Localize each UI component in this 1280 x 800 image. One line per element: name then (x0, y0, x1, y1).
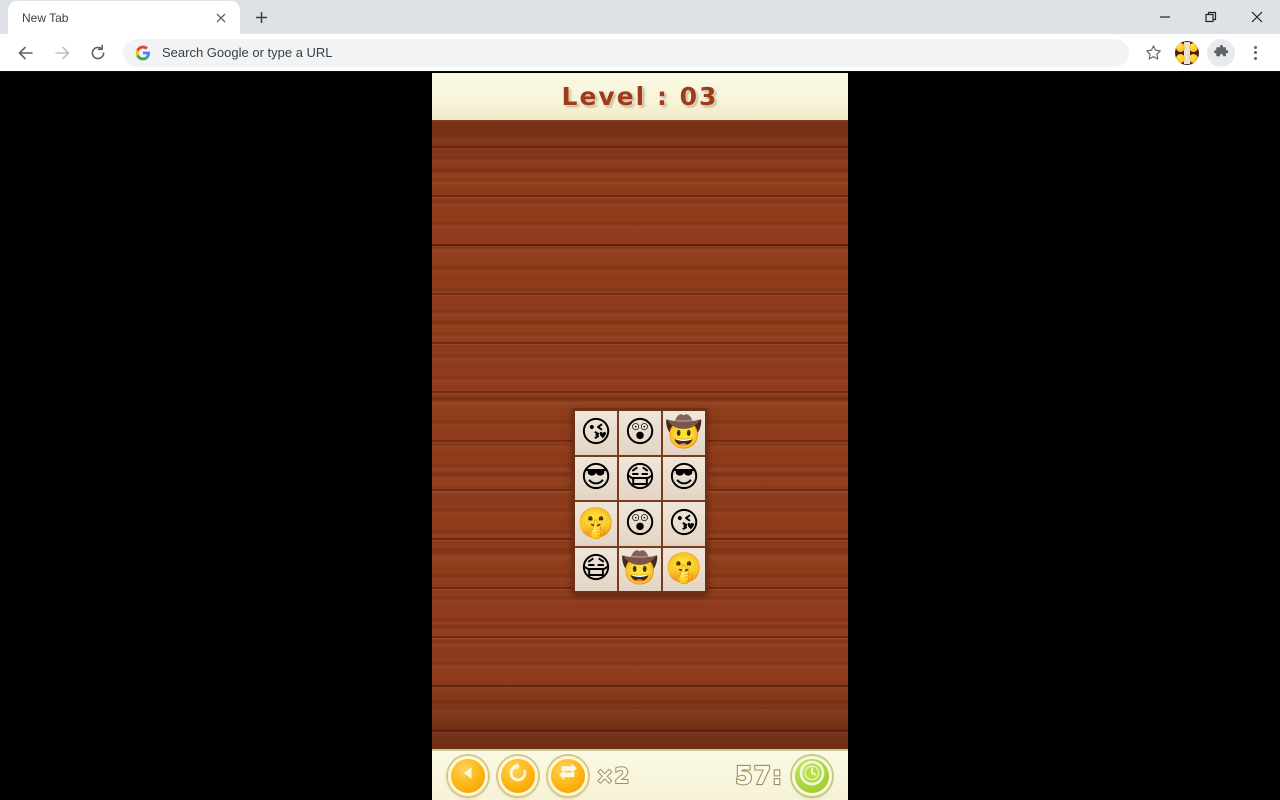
new-tab-button[interactable] (247, 3, 275, 31)
grid-tile[interactable]: 😲 (619, 411, 661, 455)
grid-tile[interactable]: 🤠 (619, 547, 661, 591)
extensions-puzzle-icon[interactable] (1206, 38, 1236, 68)
grid-tile[interactable]: 😷 (575, 547, 617, 591)
grid-tile[interactable]: 🤠 (663, 411, 705, 455)
restart-circular-arrow-icon (507, 762, 529, 789)
close-window-button[interactable] (1234, 0, 1280, 34)
window-controls (1142, 0, 1280, 34)
browser-window: New Tab Search Google or type a URL Leve… (0, 0, 1280, 800)
sunglasses-face-emoji: 😎 (668, 460, 700, 496)
toolbar-actions (1136, 38, 1272, 68)
minimize-button[interactable] (1142, 0, 1188, 34)
game-footer: ×2 57: (432, 749, 848, 800)
grid-tile[interactable]: 😎 (575, 456, 617, 500)
grid-tile[interactable]: 🤫 (575, 502, 617, 546)
medical-mask-face-emoji: 😷 (580, 551, 612, 587)
back-button[interactable] (11, 38, 41, 68)
emoji-game-extension-icon[interactable] (1172, 38, 1202, 68)
cowboy-hat-face-emoji: 🤠 (621, 551, 659, 587)
shuffle-button[interactable] (548, 755, 588, 796)
shushing-face-emoji: 🤫 (665, 551, 703, 587)
tab-title: New Tab (22, 10, 69, 25)
astonished-face-emoji: 😲 (624, 505, 656, 541)
game-header: Level : 03 (432, 73, 848, 122)
shushing-face-emoji: 🤫 (577, 505, 615, 541)
timer-label: 57: (734, 760, 783, 791)
address-bar[interactable]: Search Google or type a URL (123, 38, 1129, 67)
address-bar-placeholder: Search Google or type a URL (162, 45, 333, 60)
clock-icon (799, 760, 825, 791)
forward-button[interactable] (47, 38, 77, 68)
emoji-grid: 😘 😲 🤠 😎 😷 😎 🤫 😲 😘 😷 🤠 🤫 (572, 408, 708, 594)
grid-tile[interactable]: 😘 (663, 502, 705, 546)
grid-tile[interactable]: 🤫 (663, 547, 705, 591)
cowboy-hat-face-emoji: 🤠 (665, 414, 703, 450)
back-triangle-icon (459, 764, 477, 787)
three-dot-menu-icon[interactable] (1240, 38, 1270, 68)
tab-strip: New Tab (0, 0, 1280, 34)
level-label: Level : 03 (561, 82, 719, 111)
emoji-match-game: Level : 03 😘 😲 🤠 😎 😷 😎 🤫 😲 😘 😷 🤠 🤫 ×2 57… (432, 73, 848, 800)
restart-button[interactable] (498, 755, 538, 796)
shuffle-count-label: ×2 (595, 763, 631, 789)
bookmark-star-icon[interactable] (1138, 38, 1168, 68)
browser-tab[interactable]: New Tab (8, 1, 240, 34)
grid-tile[interactable]: 😲 (619, 502, 661, 546)
shuffle-arrows-icon (557, 762, 579, 789)
astonished-face-emoji: 😲 (624, 414, 656, 450)
grid-tile[interactable]: 😘 (575, 411, 617, 455)
google-g-icon (135, 45, 151, 61)
clock-button[interactable] (792, 755, 832, 796)
sunglasses-face-emoji: 😎 (580, 460, 612, 496)
tab-close-icon[interactable] (212, 9, 230, 27)
page-viewport: Level : 03 😘 😲 🤠 😎 😷 😎 🤫 😲 😘 😷 🤠 🤫 ×2 57… (0, 73, 1280, 800)
grid-tile[interactable]: 😷 (619, 456, 661, 500)
kissing-heart-emoji: 😘 (668, 505, 700, 541)
medical-mask-face-emoji: 😷 (624, 460, 656, 496)
maximize-button[interactable] (1188, 0, 1234, 34)
browser-toolbar: Search Google or type a URL (0, 34, 1280, 72)
reload-button[interactable] (83, 38, 113, 68)
kissing-heart-emoji: 😘 (580, 414, 612, 450)
back-button-game[interactable] (448, 755, 488, 796)
grid-tile[interactable]: 😎 (663, 456, 705, 500)
game-board: 😘 😲 🤠 😎 😷 😎 🤫 😲 😘 😷 🤠 🤫 (432, 122, 848, 749)
